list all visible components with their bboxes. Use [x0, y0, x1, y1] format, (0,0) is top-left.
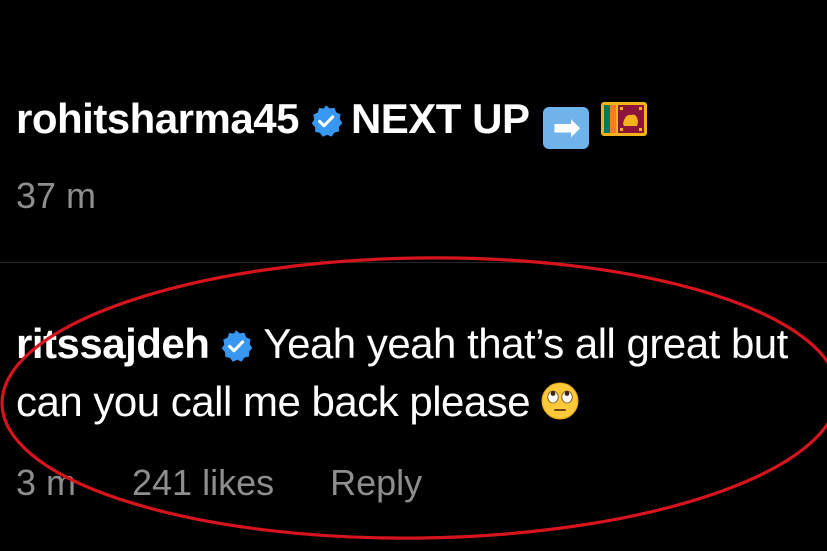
comment-meta: 37 m: [16, 176, 96, 216]
comment-timestamp: 37 m: [16, 175, 97, 216]
verified-badge-icon: [219, 329, 253, 363]
comment-line: rohitsharma45 NEXT UP ➡: [16, 94, 648, 149]
verified-badge-icon: [309, 104, 343, 138]
right-arrow-emoji-icon: ➡: [543, 107, 590, 149]
reply-button[interactable]: Reply: [330, 463, 422, 503]
comment-text-line-2: can you call me back please: [16, 378, 531, 425]
comment-text: NEXT UP: [350, 95, 530, 142]
comment-text-line-1: Yeah yeah that’s all great but: [263, 320, 788, 367]
comment-line-2: can you call me back please: [16, 377, 580, 427]
comment-item-rohitsharma45: rohitsharma45 NEXT UP ➡ 37 m: [0, 0, 827, 262]
comments-screen: rohitsharma45 NEXT UP ➡ 37 m ritssajdeh Yea…: [0, 0, 827, 551]
comment-username[interactable]: rohitsharma45: [16, 95, 299, 142]
comment-meta: 3 m 241 likes Reply: [16, 463, 422, 503]
comment-timestamp: 3 m: [16, 462, 77, 503]
comment-item-ritssajdeh: ritssajdeh Yeah yeah that’s all great but…: [0, 263, 827, 551]
sri-lanka-flag-emoji-icon: [601, 102, 648, 136]
comment-likes-count[interactable]: 241 likes: [132, 463, 274, 503]
comment-username[interactable]: ritssajdeh: [16, 320, 210, 367]
comment-line-1: ritssajdeh Yeah yeah that’s all great but: [16, 319, 788, 369]
face-with-rolling-eyes-emoji-icon: [540, 381, 580, 421]
